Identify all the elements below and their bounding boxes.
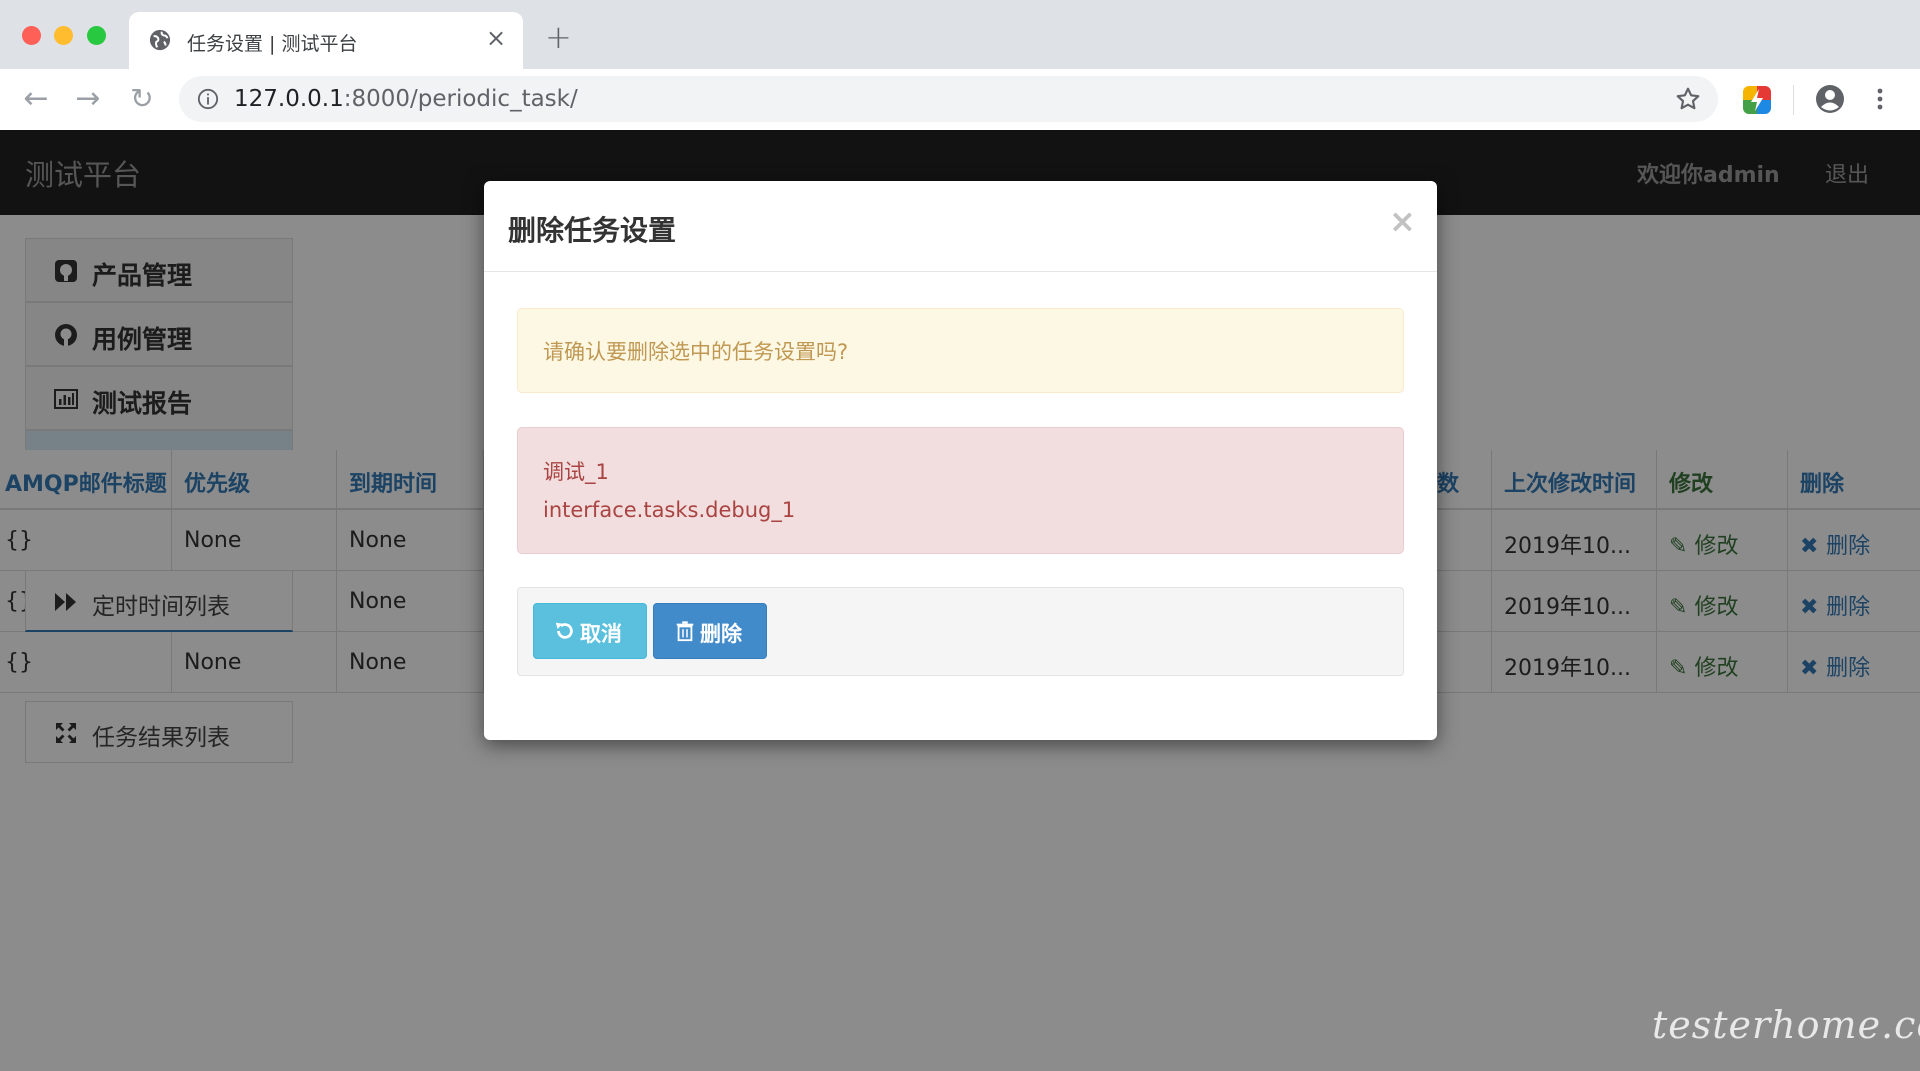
browser-tab-strip: 任务设置 | 测试平台 × + xyxy=(0,0,1920,69)
task-path: interface.tasks.debug_1 xyxy=(543,498,796,522)
browser-tab[interactable]: 任务设置 | 测试平台 × xyxy=(129,12,523,69)
url-host: 127.0.0.1 xyxy=(234,86,344,112)
delete-label: 删除 xyxy=(700,622,742,646)
confirm-text: 请确认要删除选中的任务设置吗? xyxy=(543,340,849,364)
back-arrow-icon[interactable]: ← xyxy=(19,82,53,116)
trash-icon xyxy=(676,621,694,642)
tab-title: 任务设置 | 测试平台 xyxy=(187,33,358,55)
reload-icon[interactable]: ↻ xyxy=(125,82,159,116)
modal-header: 删除任务设置 × xyxy=(484,181,1437,272)
toolbar-separator xyxy=(1793,85,1794,115)
window-close-button[interactable] xyxy=(22,26,41,45)
bookmark-star-icon[interactable] xyxy=(1675,86,1701,112)
confirm-warning: 请确认要删除选中的任务设置吗? xyxy=(517,308,1404,393)
extension-icon[interactable] xyxy=(1743,86,1771,114)
url-text[interactable]: 127.0.0.1:8000/periodic_task/ xyxy=(234,86,578,112)
delete-button[interactable]: 删除 xyxy=(653,603,767,659)
task-name: 调试_1 xyxy=(543,460,609,484)
more-menu-icon[interactable] xyxy=(1872,83,1888,115)
cancel-label: 取消 xyxy=(580,622,622,646)
cancel-button[interactable]: 取消 xyxy=(533,603,647,659)
window-minimize-button[interactable] xyxy=(54,26,73,45)
browser-toolbar: ← → ↻ 127.0.0.1:8000/periodic_task/ xyxy=(0,69,1920,131)
undo-icon xyxy=(555,622,573,639)
window-zoom-button[interactable] xyxy=(87,26,106,45)
page-content: 测试平台 欢迎你admin 退出 产品管理 用例管理 测试报告 任务结果列表 A… xyxy=(0,130,1920,1071)
url-path: :8000/periodic_task/ xyxy=(343,86,578,112)
close-icon[interactable]: × xyxy=(1389,205,1416,237)
watermark: testerhome.com xyxy=(1652,1003,1920,1047)
address-bar[interactable]: 127.0.0.1:8000/periodic_task/ xyxy=(179,76,1718,122)
info-icon[interactable] xyxy=(197,88,219,110)
globe-icon xyxy=(149,29,171,51)
selected-task-alert: 调试_1 interface.tasks.debug_1 xyxy=(517,427,1404,554)
new-tab-button[interactable]: + xyxy=(545,21,572,53)
tab-close-icon[interactable]: × xyxy=(486,26,506,50)
forward-arrow-icon[interactable]: → xyxy=(71,82,105,116)
profile-avatar-icon[interactable] xyxy=(1815,84,1845,114)
modal-actions: 取消 删除 xyxy=(517,587,1404,676)
delete-task-modal: 删除任务设置 × 请确认要删除选中的任务设置吗? 调试_1 interface.… xyxy=(484,181,1437,740)
modal-title: 删除任务设置 xyxy=(508,214,677,247)
